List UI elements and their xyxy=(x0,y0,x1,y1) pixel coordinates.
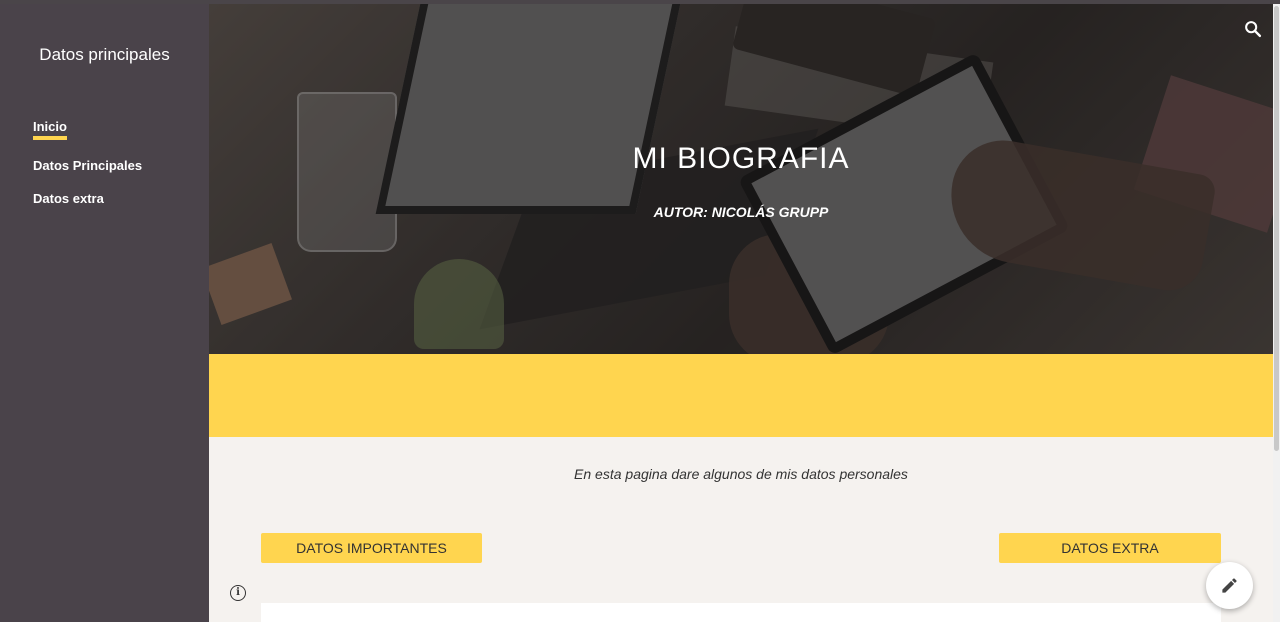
datos-extra-button[interactable]: DATOS EXTRA xyxy=(999,533,1221,563)
scrollbar-thumb[interactable] xyxy=(1274,6,1279,451)
sidebar-nav: Inicio Datos Principales Datos extra xyxy=(33,118,142,224)
site-title: Datos principales xyxy=(39,45,170,64)
top-border xyxy=(0,0,1280,4)
info-icon[interactable]: i xyxy=(230,585,246,601)
hero-overlay xyxy=(209,4,1273,354)
page-title: MI BIOGRAFIA xyxy=(632,142,850,175)
accent-band xyxy=(209,354,1273,437)
main-content: MI BIOGRAFIA AUTOR: NICOLÁS GRUPP En est… xyxy=(209,4,1273,622)
edit-button[interactable] xyxy=(1206,562,1253,609)
content-card xyxy=(261,603,1221,622)
search-button[interactable] xyxy=(1242,18,1264,40)
datos-importantes-button[interactable]: DATOS IMPORTANTES xyxy=(261,533,482,563)
content-section: En esta pagina dare algunos de mis datos… xyxy=(209,437,1273,622)
hero-banner: MI BIOGRAFIA AUTOR: NICOLÁS GRUPP xyxy=(209,4,1273,354)
search-icon xyxy=(1245,21,1262,38)
author-subtitle: AUTOR: NICOLÁS GRUPP xyxy=(653,204,829,220)
sidebar-item-datos-extra[interactable]: Datos extra xyxy=(33,191,142,206)
sidebar-item-inicio[interactable]: Inicio xyxy=(33,119,67,140)
intro-text: En esta pagina dare algunos de mis datos… xyxy=(574,466,908,482)
sidebar-item-datos-principales[interactable]: Datos Principales xyxy=(33,158,142,173)
scrollbar[interactable] xyxy=(1273,4,1280,622)
sidebar: Datos principales Inicio Datos Principal… xyxy=(0,0,209,622)
pencil-icon xyxy=(1222,578,1237,593)
